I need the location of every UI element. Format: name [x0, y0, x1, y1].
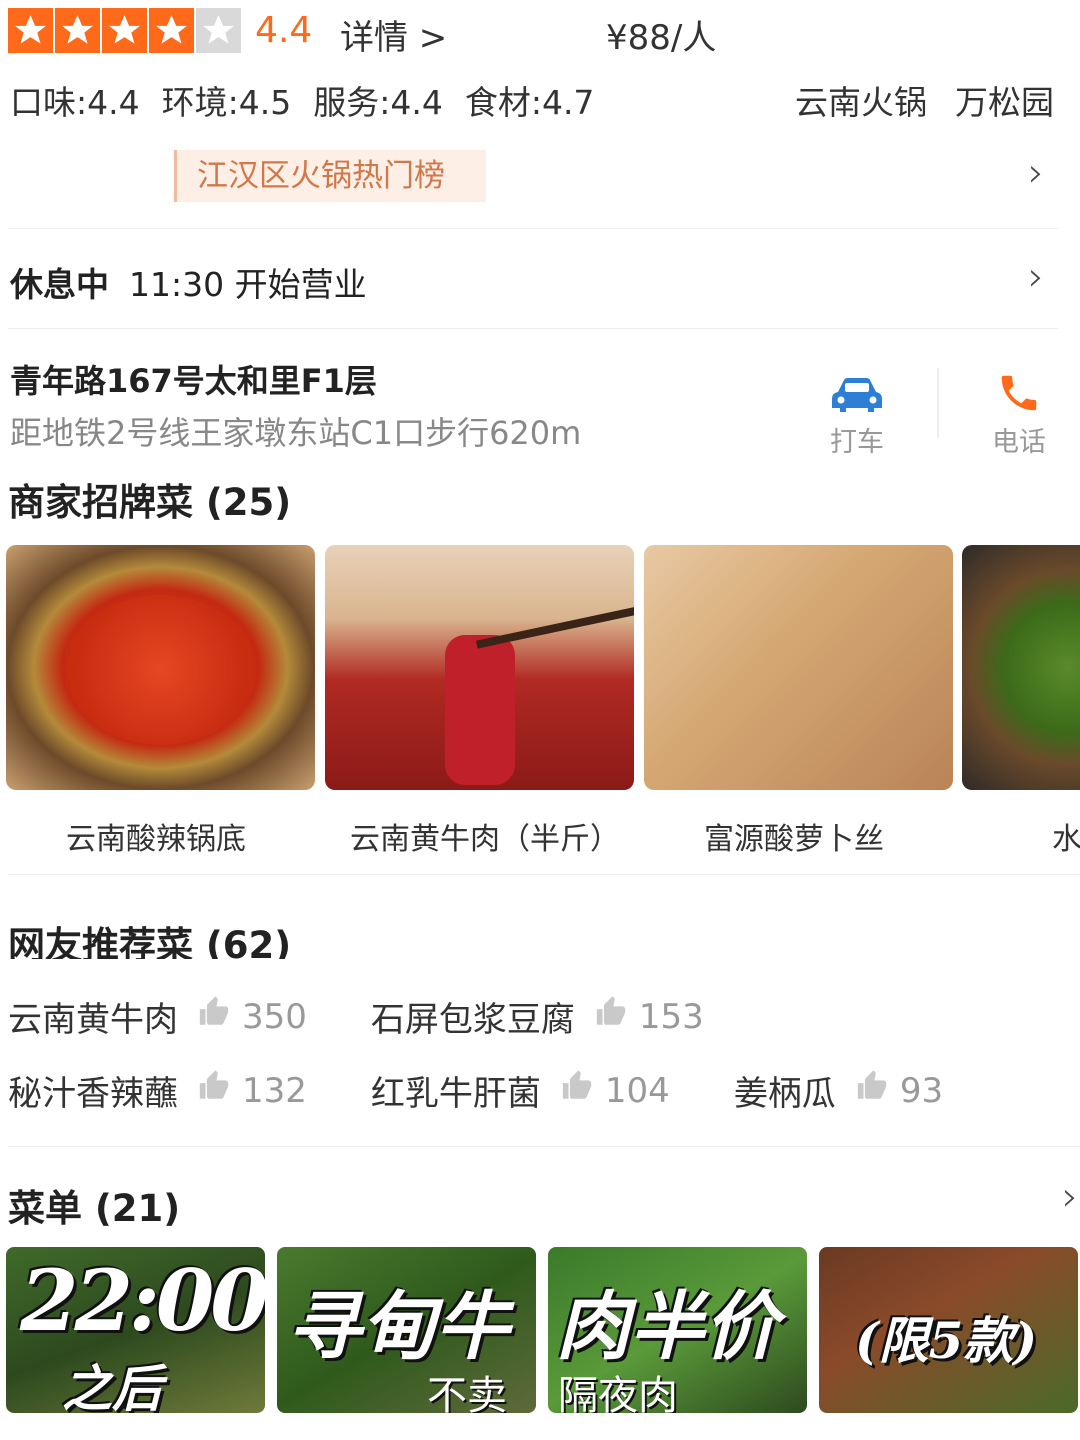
subscores: 口味:4.4 环境:4.5 服务:4.4 食材:4.7 — [10, 76, 594, 124]
divider — [8, 874, 1080, 875]
rec-like-count: 93 — [899, 1070, 944, 1111]
thumbs-up-icon — [196, 1069, 232, 1112]
dish-label: 富源酸萝卜丝 — [704, 822, 884, 857]
dish-image[interactable] — [325, 545, 634, 790]
menu-image[interactable]: 22:00 之后 — [6, 1247, 265, 1413]
rec-like-count: 350 — [242, 996, 307, 1037]
thumbs-up-icon — [854, 1069, 890, 1112]
menu-image-text: 肉半价 — [556, 1284, 778, 1370]
recommended-row: 秘汁香辣蘸 132 红乳牛肝菌 104 姜柄瓜 93 — [8, 1066, 943, 1115]
rec-like-count: 132 — [242, 1070, 307, 1111]
dish-label: 水 — [1052, 822, 1080, 857]
menu-image[interactable]: 寻甸牛 不卖 — [277, 1247, 536, 1413]
star-icon — [149, 8, 194, 53]
recommended-dishes-title[interactable]: 网友推荐菜 (62) — [8, 915, 291, 959]
star-icon — [102, 8, 147, 53]
business-hours[interactable]: 休息中 11:30 开始营业 — [10, 258, 367, 306]
hours-status: 休息中 — [10, 265, 109, 304]
star-icon — [55, 8, 100, 53]
taxi-button[interactable]: 打车 — [820, 360, 894, 459]
menu-image-text: 不卖 — [427, 1373, 507, 1413]
thumbs-up-icon — [196, 995, 232, 1038]
divider — [8, 1146, 1080, 1147]
thumbs-up-icon — [559, 1069, 595, 1112]
subscore-taste: 口味:4.4 — [10, 83, 140, 122]
menu-title[interactable]: 菜单 (21) — [8, 1178, 180, 1232]
car-icon — [820, 360, 894, 416]
category-info: 云南火锅 万松园 — [795, 76, 1054, 124]
rec-like-count: 104 — [604, 1070, 670, 1111]
recommended-row: 云南黄牛肉 350 石屏包浆豆腐 153 — [8, 992, 704, 1041]
dish-image[interactable] — [962, 545, 1080, 790]
rating-score: 4.4 — [255, 10, 313, 51]
subscore-service: 服务:4.4 — [313, 83, 443, 122]
divider — [8, 328, 1058, 329]
divider — [937, 368, 939, 438]
chevron-right-icon[interactable]: › — [1028, 254, 1044, 300]
address-line[interactable]: 青年路167号太和里F1层 — [10, 356, 377, 402]
metro-distance: 距地铁2号线王家墩东站C1口步行620m — [10, 414, 582, 452]
rec-dish-name[interactable]: 云南黄牛肉 — [8, 992, 178, 1041]
rec-dish-name[interactable]: 姜柄瓜 — [734, 1066, 836, 1115]
signature-dishes-title[interactable]: 商家招牌菜 (25) — [8, 472, 291, 526]
menu-image-text: 寻甸牛 — [287, 1284, 509, 1370]
thumbs-up-icon — [593, 995, 629, 1038]
cuisine-label: 云南火锅 — [795, 83, 927, 122]
star-empty-icon — [196, 8, 241, 53]
dish-label: 云南黄牛肉（半斤） — [350, 822, 620, 857]
menu-image-text: (限5款) — [855, 1311, 1038, 1370]
menu-image-text: 隔夜肉 — [558, 1373, 678, 1413]
chevron-right-icon[interactable]: › — [1062, 1174, 1078, 1220]
menu-image-text: 之后 — [62, 1359, 162, 1413]
phone-label: 电话 — [992, 427, 1046, 458]
rec-dish-name[interactable]: 红乳牛肝菌 — [371, 1066, 541, 1115]
chevron-right-icon[interactable]: › — [1028, 150, 1044, 196]
menu-image[interactable]: 肉半价 隔夜肉 — [548, 1247, 807, 1413]
subscore-environment: 环境:4.5 — [161, 83, 292, 122]
taxi-label: 打车 — [830, 427, 884, 458]
dish-image[interactable] — [644, 545, 953, 790]
phone-icon — [982, 360, 1056, 416]
dish-label: 云南酸辣锅底 — [66, 822, 246, 857]
star-icon — [8, 8, 53, 53]
rec-dish-name[interactable]: 秘汁香辣蘸 — [8, 1066, 178, 1115]
divider — [8, 228, 1058, 229]
rec-dish-name[interactable]: 石屏包浆豆腐 — [371, 992, 575, 1041]
phone-button[interactable]: 电话 — [982, 360, 1056, 459]
detail-link[interactable]: 详情 > — [340, 10, 447, 59]
price-per-person: ¥88/人 — [606, 18, 717, 58]
rec-like-count: 153 — [638, 996, 704, 1037]
menu-image-text: 22:00 — [20, 1251, 265, 1350]
hours-open-time: 11:30 开始营业 — [129, 265, 367, 304]
subscore-ingredients: 食材:4.7 — [464, 83, 595, 122]
dish-image[interactable] — [6, 545, 315, 790]
menu-image[interactable]: (限5款) — [819, 1247, 1078, 1413]
star-rating — [8, 8, 241, 53]
area-label: 万松园 — [955, 83, 1054, 122]
rank-tag[interactable]: 江汉区火锅热门榜 — [174, 150, 486, 202]
